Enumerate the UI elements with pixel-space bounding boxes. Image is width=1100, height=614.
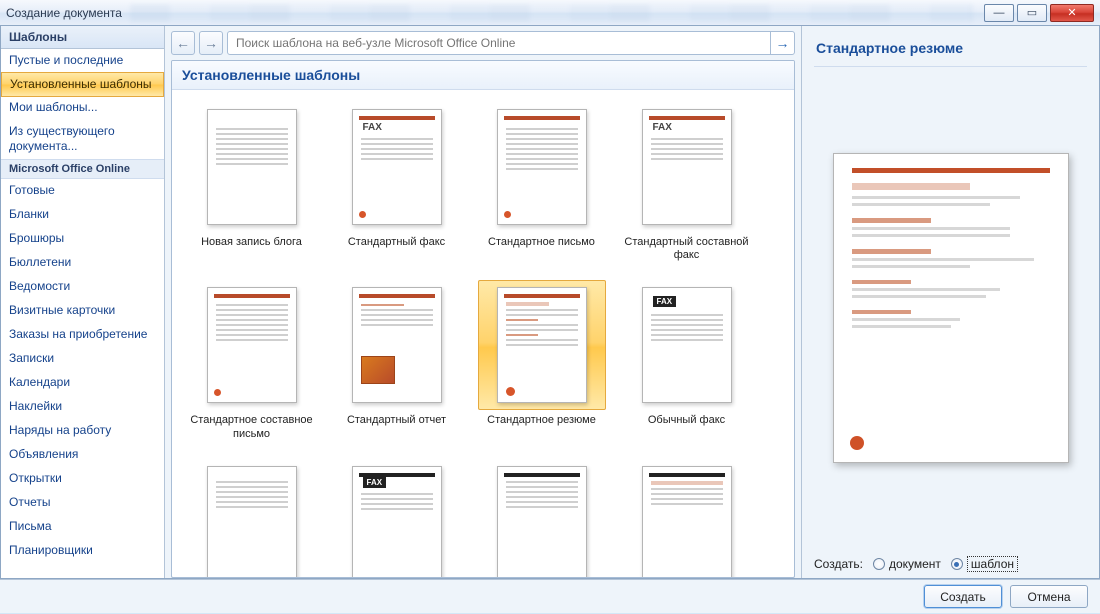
sidebar-item-from-existing[interactable]: Из существующего документа... [1, 120, 164, 159]
search-box: → [227, 31, 795, 55]
template-thumb [497, 287, 587, 403]
sidebar-item-blank-recent[interactable]: Пустые и последние [1, 49, 164, 73]
template-item-0[interactable]: Новая запись блога [184, 102, 319, 262]
sidebar-item-online-8[interactable]: Календари [1, 371, 164, 395]
template-thumb: FAX [352, 466, 442, 577]
close-button[interactable]: ✕ [1050, 4, 1094, 22]
template-label: Стандартное резюме [474, 414, 609, 440]
gallery-title: Установленные шаблоны [172, 61, 794, 90]
template-thumb [207, 466, 297, 577]
sidebar-item-online-5[interactable]: Визитные карточки [1, 299, 164, 323]
template-item-1[interactable]: FAX Стандартный факс [329, 102, 464, 262]
middle-panel: ← → → Установленные шаблоны [165, 26, 801, 578]
sidebar-item-online-4[interactable]: Ведомости [1, 275, 164, 299]
preview-panel: Стандартное резюме [801, 26, 1099, 578]
sidebar-item-online-14[interactable]: Письма [1, 515, 164, 539]
template-item-9[interactable]: FAX [329, 459, 464, 577]
create-as-label: Создать: [814, 557, 863, 571]
template-thumb [352, 287, 442, 403]
radio-icon [873, 558, 885, 570]
nav-forward-button[interactable]: → [199, 31, 223, 55]
sidebar-item-online-0[interactable]: Готовые [1, 179, 164, 203]
sidebar-item-online-6[interactable]: Заказы на приобретение [1, 323, 164, 347]
search-go-button[interactable]: → [770, 32, 794, 54]
template-thumb: FAX [642, 109, 732, 225]
sidebar-item-online-15[interactable]: Планировщики [1, 539, 164, 563]
arrow-go-icon: → [776, 35, 790, 51]
sidebar-header: Шаблоны [1, 26, 164, 49]
nav-row: ← → → [165, 26, 801, 60]
template-thumb [497, 466, 587, 577]
template-item-10[interactable] [474, 459, 609, 577]
template-label: Стандартное составное письмо [184, 414, 319, 440]
minimize-button[interactable]: — [984, 4, 1014, 22]
sidebar-scroll[interactable]: Пустые и последние Установленные шаблоны… [1, 49, 164, 578]
maximize-button[interactable]: ▭ [1017, 4, 1047, 22]
preview-area [814, 67, 1087, 548]
template-item-8[interactable] [184, 459, 319, 577]
radio-template-label: шаблон [967, 556, 1018, 572]
radio-document-label: документ [889, 557, 941, 571]
template-label: Обычный факс [619, 414, 754, 440]
template-item-7[interactable]: FAX Обычный факс [619, 280, 754, 440]
sidebar-item-online-12[interactable]: Открытки [1, 467, 164, 491]
sidebar-item-online-2[interactable]: Брошюры [1, 227, 164, 251]
radio-template[interactable]: шаблон [951, 556, 1018, 572]
cancel-button[interactable]: Отмена [1010, 585, 1088, 608]
window-controls: — ▭ ✕ [981, 4, 1094, 22]
template-item-4[interactable]: Стандартное составное письмо [184, 280, 319, 440]
titlebar-decor [130, 4, 973, 22]
template-label: Стандартный факс [329, 236, 464, 262]
template-thumb [497, 109, 587, 225]
sidebar-item-installed-templates[interactable]: Установленные шаблоны [1, 72, 164, 97]
sidebar: Шаблоны Пустые и последние Установленные… [1, 26, 165, 578]
sidebar-subheader-online: Microsoft Office Online [1, 159, 164, 179]
template-label: Новая запись блога [184, 236, 319, 262]
sidebar-item-online-9[interactable]: Наклейки [1, 395, 164, 419]
template-label: Стандартный составной факс [619, 236, 754, 262]
template-grid: Новая запись блога FAX Стандартный факс [184, 102, 788, 577]
gallery-scroll[interactable]: Новая запись блога FAX Стандартный факс [172, 90, 794, 577]
template-thumb [642, 466, 732, 577]
preview-title: Стандартное резюме [814, 34, 1087, 67]
template-thumb [207, 109, 297, 225]
sidebar-item-online-1[interactable]: Бланки [1, 203, 164, 227]
dialog-body: Шаблоны Пустые и последние Установленные… [0, 26, 1100, 579]
template-item-11[interactable] [619, 459, 754, 577]
arrow-right-icon: → [204, 35, 218, 51]
arrow-left-icon: ← [176, 35, 190, 51]
cancel-button-label: Отмена [1027, 590, 1070, 604]
template-item-3[interactable]: FAX Стандартный составной факс [619, 102, 754, 262]
titlebar: Создание документа — ▭ ✕ [0, 0, 1100, 26]
create-button-label: Создать [940, 590, 986, 604]
template-thumb: FAX [642, 287, 732, 403]
sidebar-item-online-7[interactable]: Записки [1, 347, 164, 371]
template-thumb [207, 287, 297, 403]
create-button[interactable]: Создать [924, 585, 1002, 608]
window-title: Создание документа [6, 6, 122, 20]
circle-icon [850, 436, 864, 450]
preview-page [833, 153, 1069, 463]
search-input[interactable] [228, 36, 770, 50]
button-bar: Создать Отмена [0, 579, 1100, 613]
sidebar-item-my-templates[interactable]: Мои шаблоны... [1, 96, 164, 120]
sidebar-item-online-10[interactable]: Наряды на работу [1, 419, 164, 443]
template-item-6[interactable]: Стандартное резюме [474, 280, 609, 440]
gallery-frame: Установленные шаблоны Новая запись блога… [171, 60, 795, 578]
template-label: Стандартное письмо [474, 236, 609, 262]
radio-icon [951, 558, 963, 570]
template-item-2[interactable]: Стандартное письмо [474, 102, 609, 262]
nav-back-button[interactable]: ← [171, 31, 195, 55]
radio-document[interactable]: документ [873, 557, 941, 571]
sidebar-item-online-11[interactable]: Объявления [1, 443, 164, 467]
template-thumb: FAX [352, 109, 442, 225]
create-as-row: Создать: документ шаблон [814, 548, 1087, 578]
template-label: Стандартный отчет [329, 414, 464, 440]
template-item-5[interactable]: Стандартный отчет [329, 280, 464, 440]
sidebar-item-online-3[interactable]: Бюллетени [1, 251, 164, 275]
sidebar-item-online-13[interactable]: Отчеты [1, 491, 164, 515]
